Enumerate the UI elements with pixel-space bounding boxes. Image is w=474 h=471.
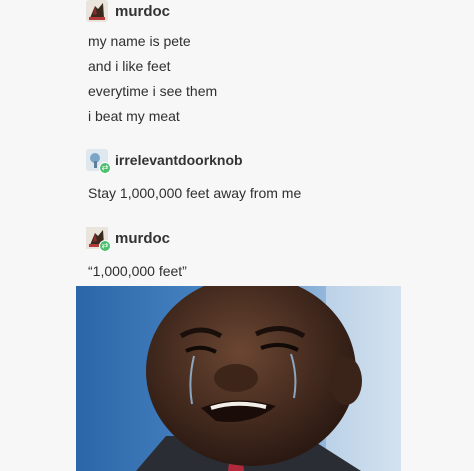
post-text-line: i beat my meat [88, 108, 180, 124]
reblog-icon: ⇄ [99, 162, 111, 174]
crying-man-photo [76, 286, 401, 471]
murdoc-avatar-icon[interactable]: ⇄ [86, 227, 111, 252]
post-text-line: Stay 1,000,000 feet away from me [88, 185, 302, 201]
post-text-line: and i like feet [88, 58, 171, 74]
post-text-line: “1,000,000 feet” [88, 263, 187, 279]
username[interactable]: murdoc [115, 230, 170, 247]
post-2-header: ⇄ irrelevantdoorknob [86, 149, 243, 174]
crying-man-image [76, 286, 401, 471]
post-1-header: murdoc [86, 0, 170, 22]
username[interactable]: murdoc [115, 3, 170, 20]
doorknob-avatar-icon[interactable]: ⇄ [86, 149, 111, 174]
reblog-icon: ⇄ [99, 240, 111, 252]
post-text-line: everytime i see them [88, 83, 218, 99]
murdoc-avatar-icon[interactable] [86, 0, 108, 22]
username[interactable]: irrelevantdoorknob [115, 152, 243, 168]
post-text-line: my name is pete [88, 33, 191, 49]
post-3-header: ⇄ murdoc [86, 227, 170, 252]
